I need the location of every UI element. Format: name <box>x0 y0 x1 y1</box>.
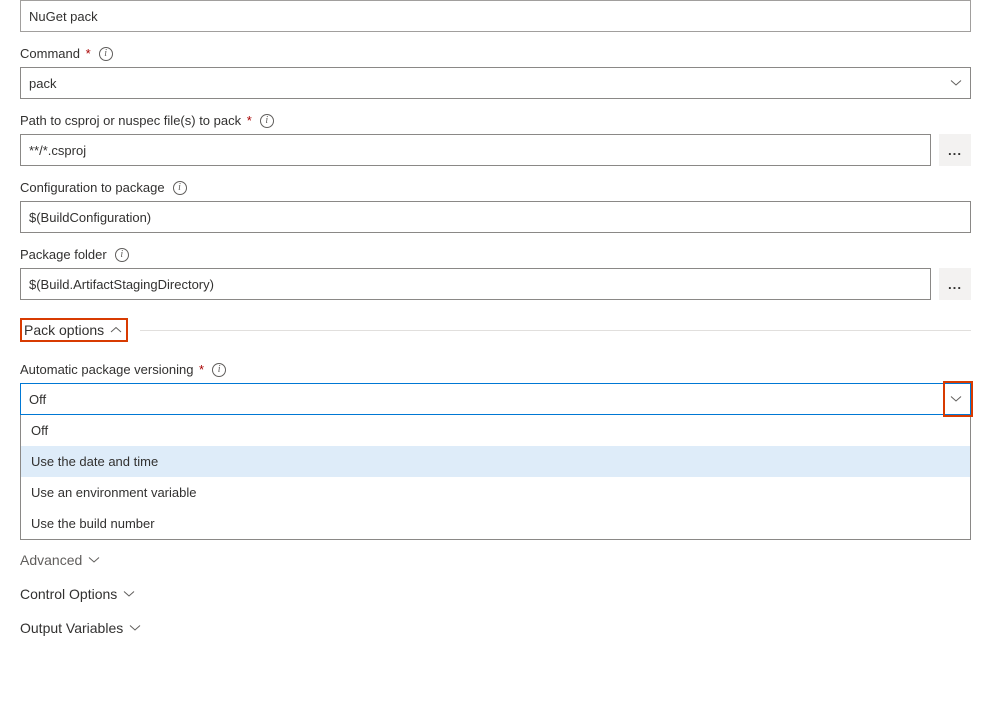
section-control-options[interactable]: Control Options <box>20 586 971 602</box>
browse-button[interactable]: ... <box>939 134 971 166</box>
browse-button[interactable]: ... <box>939 268 971 300</box>
chevron-down-icon <box>129 624 141 632</box>
chevron-down-icon <box>88 556 100 564</box>
info-icon[interactable]: i <box>212 363 226 377</box>
section-title: Pack options <box>24 322 104 338</box>
versioning-option-envvar[interactable]: Use an environment variable <box>21 477 970 508</box>
configuration-label: Configuration to package i <box>20 180 971 195</box>
versioning-option-buildnum[interactable]: Use the build number <box>21 508 970 539</box>
versioning-option-off[interactable]: Off <box>21 415 970 446</box>
chevron-up-icon <box>110 326 122 334</box>
section-title: Advanced <box>20 552 82 568</box>
section-title: Output Variables <box>20 620 123 636</box>
info-icon[interactable]: i <box>99 47 113 61</box>
section-output-variables[interactable]: Output Variables <box>20 620 971 636</box>
command-select-value: pack <box>29 76 56 91</box>
chevron-down-icon <box>123 590 135 598</box>
chevron-down-icon <box>950 395 962 403</box>
versioning-select-value: Off <box>29 392 46 407</box>
section-advanced[interactable]: Advanced <box>20 552 971 568</box>
versioning-dropdown: Off Use the date and time Use an environ… <box>20 415 971 540</box>
command-label: Command * i <box>20 46 971 61</box>
info-icon[interactable]: i <box>260 114 274 128</box>
divider <box>140 330 971 331</box>
configuration-input[interactable] <box>20 201 971 233</box>
info-icon[interactable]: i <box>173 181 187 195</box>
package-folder-label: Package folder i <box>20 247 971 262</box>
display-name-input[interactable] <box>20 0 971 32</box>
versioning-option-datetime[interactable]: Use the date and time <box>21 446 970 477</box>
section-pack-options[interactable]: Pack options <box>24 322 122 338</box>
command-select[interactable]: pack <box>20 67 971 99</box>
info-icon[interactable]: i <box>115 248 129 262</box>
section-title: Control Options <box>20 586 117 602</box>
versioning-label: Automatic package versioning * i <box>20 362 971 377</box>
chevron-down-icon <box>950 79 962 87</box>
path-label: Path to csproj or nuspec file(s) to pack… <box>20 113 971 128</box>
package-folder-input[interactable] <box>20 268 931 300</box>
path-input[interactable] <box>20 134 931 166</box>
versioning-select[interactable]: Off <box>20 383 971 415</box>
